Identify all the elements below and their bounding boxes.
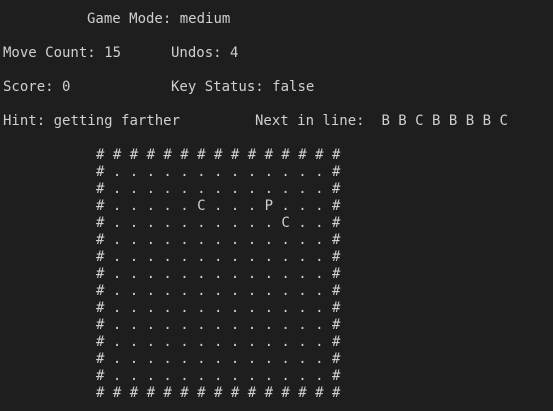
board-row: # . . . . . . . . . . . . . # <box>96 317 341 333</box>
game-mode-line: Game Mode: medium <box>87 11 230 28</box>
board-row: # . . . . . . . . . . . . . # <box>96 334 341 350</box>
board-row: # . . . . . . . . . . . . . # <box>96 232 341 248</box>
board-row: # # # # # # # # # # # # # # # <box>96 385 341 401</box>
game-mode-value: medium <box>179 11 231 27</box>
board-row: # . . . . . . . . . . . . . # <box>96 249 341 265</box>
next-in-line-label: Next in line: <box>255 113 365 129</box>
key-status-line: Key Status: false <box>171 79 314 96</box>
key-status-value: false <box>272 79 315 95</box>
undos-line: Undos: 4 <box>171 45 238 62</box>
move-count-value: 15 <box>104 45 122 61</box>
board-row: # . . . . . . . . . . . . . # <box>96 266 341 282</box>
board-row: # . . . . . . . . . . . . . # <box>96 164 341 180</box>
game-mode-label: Game Mode: <box>87 11 172 27</box>
board-row: # . . . . . . . . . . . . . # <box>96 351 341 367</box>
score-line: Score: 0 <box>3 79 70 96</box>
next-in-line-queue: B B C B B B B C <box>381 113 508 129</box>
score-label: Score: <box>3 79 54 95</box>
undos-value: 4 <box>230 45 239 61</box>
hint-line: Hint: getting farther <box>3 113 180 130</box>
hint-label: Hint: <box>3 113 46 129</box>
score-value: 0 <box>62 79 71 95</box>
key-status-label: Key Status: <box>171 79 264 95</box>
hint-value: getting farther <box>53 113 181 129</box>
board-row: # . . . . . . . . . . . . . # <box>96 368 341 384</box>
undos-label: Undos: <box>171 45 222 61</box>
next-in-line: Next in line: B B C B B B B C <box>255 113 508 130</box>
board-row: # # # # # # # # # # # # # # # <box>96 147 341 163</box>
board-row: # . . . . . . . . . . . . . # <box>96 300 341 316</box>
game-board: # # # # # # # # # # # # # # # # . . . . … <box>96 147 340 402</box>
move-count-label: Move Count: <box>3 45 96 61</box>
board-row: # . . . . . . . . . . C . . # <box>96 215 341 231</box>
move-count-line: Move Count: 15 <box>3 45 121 62</box>
board-row: # . . . . . C . . . P . . . # <box>96 198 341 214</box>
board-row: # . . . . . . . . . . . . . # <box>96 181 341 197</box>
board-row: # . . . . . . . . . . . . . # <box>96 283 341 299</box>
